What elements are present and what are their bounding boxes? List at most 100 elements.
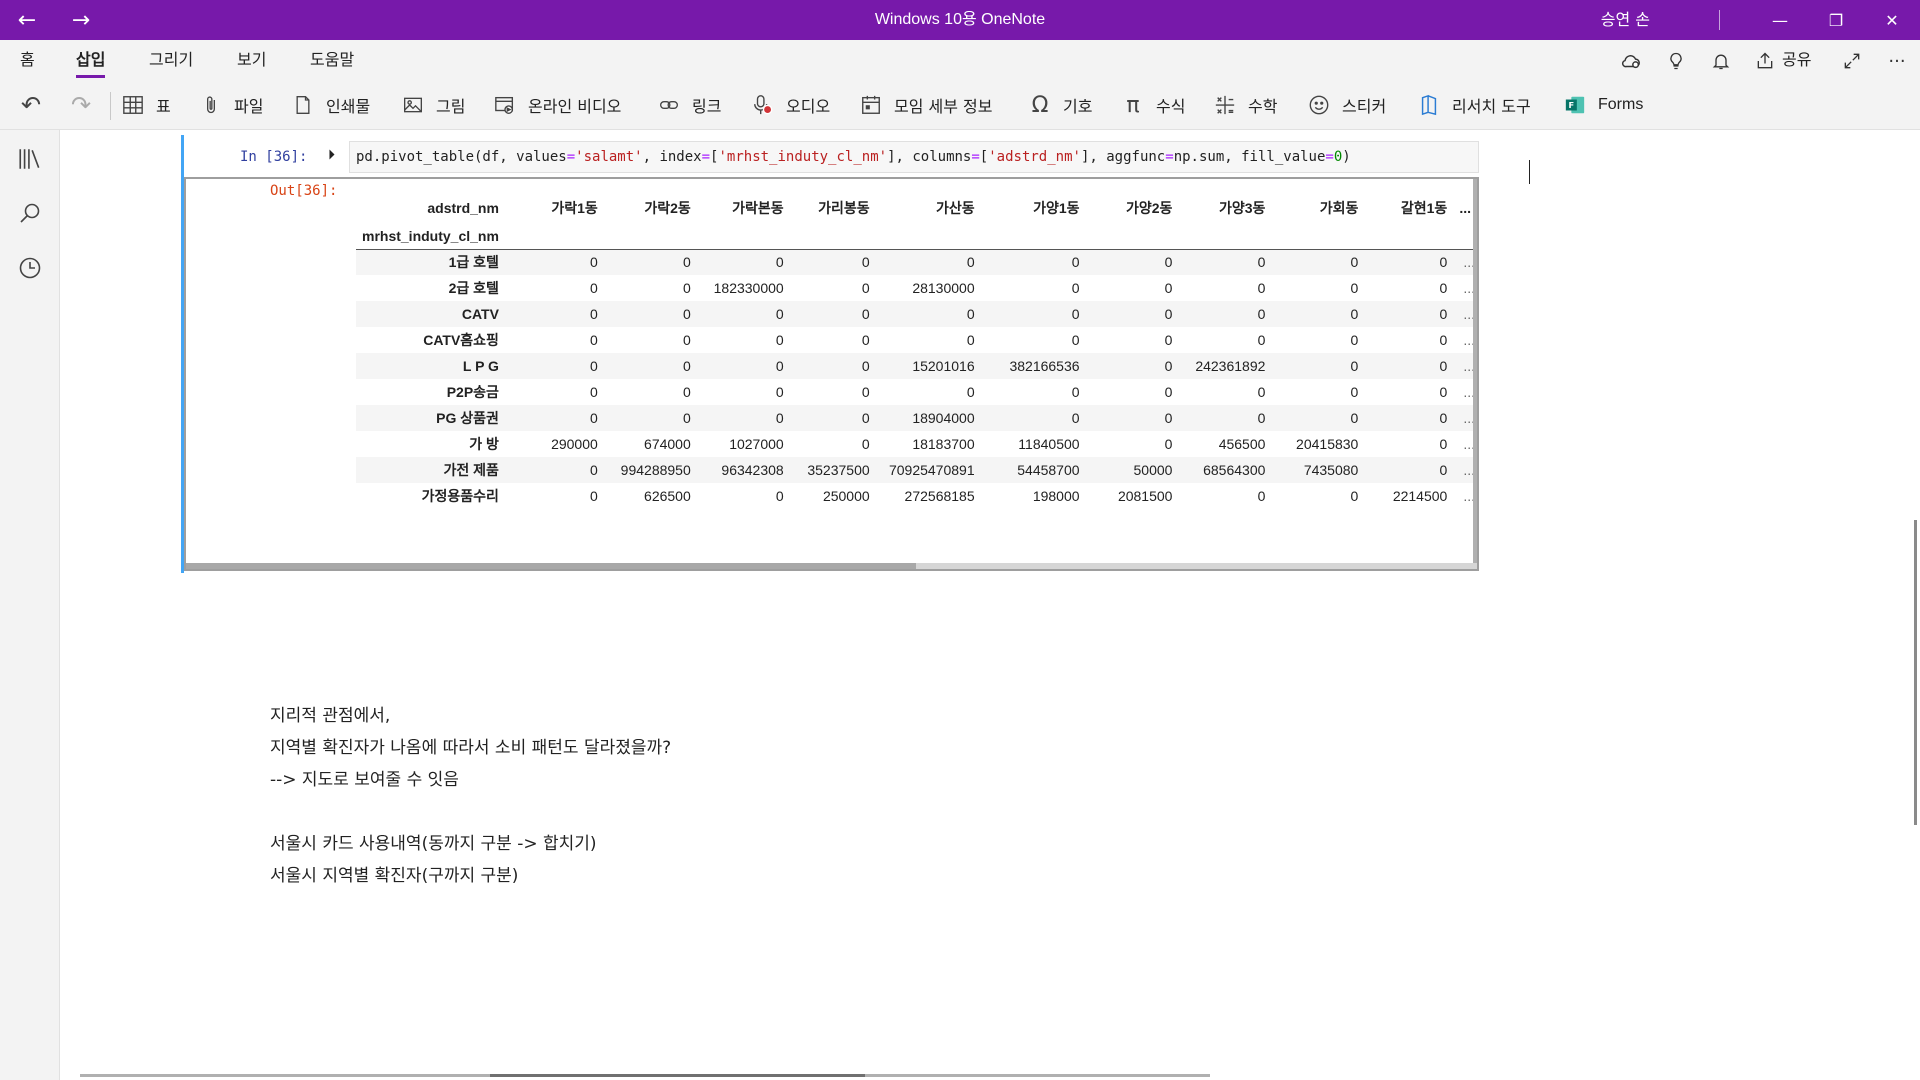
table-cell: 0 (1350, 410, 1359, 426)
note-line[interactable]: 서울시 카드 사용내역(동까지 구분 -> 합치기) (270, 828, 671, 860)
user-name[interactable]: 승연 손 (1601, 0, 1650, 40)
code-token: pd.pivot_table(df, values (356, 149, 567, 165)
tab-help[interactable]: 도움말 (310, 40, 354, 82)
tab-insert[interactable]: 삽입 (76, 40, 106, 82)
recent-notes-icon[interactable] (17, 255, 43, 281)
table-cell: 0 (1439, 280, 1448, 296)
table-cell: 0 (861, 384, 870, 400)
table-cell: 0 (775, 306, 784, 322)
table-cell: 0 (1257, 488, 1266, 504)
table-cell: 198000 (1032, 488, 1080, 504)
insert-math-button[interactable]: 수학 (1212, 82, 1277, 128)
insert-printout-button[interactable]: 인쇄물 (290, 82, 370, 128)
left-rail (0, 130, 60, 1080)
table-row: CATV홈쇼핑 0 0 0 0 0 0 0 0 0 0... (356, 327, 1477, 353)
table-row: P2P송금 0 0 0 0 0 0 0 0 0 0... (356, 379, 1477, 405)
table-icon (120, 92, 146, 118)
share-button[interactable]: 공유 (1782, 40, 1811, 82)
table-cell: 0 (1350, 332, 1359, 348)
insert-link-button[interactable]: 링크 (656, 82, 721, 128)
table-cell: 382166536 (1009, 358, 1080, 374)
column-header: 갈현1동 (1400, 200, 1448, 216)
minimize-button[interactable]: — (1752, 0, 1808, 40)
table-cell: 0 (1071, 306, 1080, 322)
table-cell: 0 (1257, 410, 1266, 426)
column-header: 가산동 (935, 200, 975, 216)
undo-button[interactable]: ↶ (18, 82, 54, 128)
sync-cloud-icon[interactable] (1618, 48, 1644, 74)
code-token: ], aggfunc (1080, 149, 1166, 165)
insert-table-button[interactable]: 표 (120, 82, 171, 128)
table-cell: 35237500 (807, 462, 870, 478)
table-cell: 0 (1350, 306, 1359, 322)
insert-audio-label: 오디오 (786, 97, 831, 116)
insert-file-button[interactable]: 파일 (198, 82, 263, 128)
insert-audio-button[interactable]: 오디오 (750, 82, 830, 128)
redo-button[interactable]: ↷ (68, 82, 104, 128)
note-line[interactable]: 지리적 관점에서, (270, 700, 671, 732)
note-line[interactable]: 서울시 지역별 확진자(구까지 구분) (270, 860, 671, 892)
page-vertical-scrollbar[interactable] (1914, 520, 1917, 825)
bell-icon[interactable] (1708, 48, 1734, 74)
table-cell: 0 (861, 280, 870, 296)
search-icon[interactable] (17, 200, 43, 226)
table-cell: 0 (861, 410, 870, 426)
table-cell: 0 (682, 384, 691, 400)
table-row: 가 방 290000 674000 1027000 0 18183700 11840500 0… (356, 431, 1477, 457)
insert-sticker-button[interactable]: 스티커 (1306, 82, 1386, 128)
row-index: L P G (462, 358, 499, 374)
table-cell: 0 (590, 358, 598, 374)
table-row: 1급 호텔 0 0 0 0 0 0 0 0 0 0... (356, 249, 1477, 275)
notebooks-icon[interactable] (17, 146, 43, 172)
undo-icon: ↶ (20, 91, 42, 119)
table-cell: 2214500 (1392, 488, 1448, 504)
code-token: = (701, 149, 711, 165)
tab-draw[interactable]: 그리기 (149, 40, 193, 82)
more-options-icon[interactable]: ··· (1884, 48, 1910, 74)
insert-equation-button[interactable]: π 수식 (1120, 82, 1185, 128)
tab-view[interactable]: 보기 (237, 40, 266, 82)
table-cell: 0 (1071, 410, 1080, 426)
table-cell: 0 (1439, 384, 1448, 400)
table-cell: 0 (775, 410, 784, 426)
note-line[interactable]: 지역별 확진자가 나옴에 따라서 소비 패턴도 달라졌을까? (270, 732, 671, 764)
share-icon[interactable] (1752, 48, 1778, 74)
insert-forms-button[interactable]: F Forms (1562, 82, 1643, 128)
code-input[interactable]: pd.pivot_table(df, values='salamt', inde… (349, 141, 1479, 173)
table-cell: 0 (682, 410, 691, 426)
ribbon-divider (110, 92, 111, 120)
insert-symbol-button[interactable]: Ω 기호 (1027, 82, 1093, 128)
picture-icon (400, 92, 426, 118)
page-horizontal-scroll-thumb[interactable] (490, 1074, 865, 1077)
insert-picture-button[interactable]: 그림 (400, 82, 465, 128)
run-cell-icon[interactable]: ⏵ (328, 147, 335, 163)
table-cell: 0 (590, 488, 598, 504)
insert-meeting-details-button[interactable]: 모임 세부 정보 (858, 82, 993, 128)
research-tool-button[interactable]: 리서치 도구 (1416, 82, 1531, 128)
notebook-cell[interactable]: In [36]: ⏵ pd.pivot_table(df, values='sa… (181, 135, 1479, 573)
note-text[interactable]: 지리적 관점에서, 지역별 확진자가 나옴에 따라서 소비 패턴도 달라졌을까?… (270, 700, 671, 892)
note-line[interactable]: --> 지도로 보여줄 수 잇음 (270, 764, 671, 796)
table-cell: 0 (1439, 306, 1448, 322)
input-prompt: In [36]: (240, 149, 308, 165)
restore-button[interactable]: ❐ (1808, 0, 1864, 40)
row-index: P2P송금 (446, 384, 499, 400)
output-vertical-scrollbar[interactable] (1473, 179, 1477, 565)
table-cell: 0 (590, 280, 598, 296)
insert-symbol-label: 기호 (1063, 97, 1093, 116)
table-cell: 272568185 (904, 488, 975, 504)
tab-home[interactable]: 홈 (20, 40, 35, 82)
omega-icon: Ω (1031, 92, 1049, 118)
table-cell: 0 (1257, 254, 1266, 271)
code-token: = (1165, 149, 1174, 165)
insert-online-video-button[interactable]: 온라인 비디오 (492, 82, 621, 128)
fullscreen-icon[interactable] (1839, 48, 1865, 74)
output-area[interactable]: adstrd_nm 가락1동 가락2동 가락본동 가리봉동 가산동 가양1동 가… (184, 177, 1479, 571)
close-button[interactable]: ✕ (1864, 0, 1920, 40)
output-scroll-thumb[interactable] (186, 563, 916, 569)
column-header: 가양3동 (1218, 200, 1266, 216)
insert-file-label: 파일 (234, 97, 264, 116)
lightbulb-icon[interactable] (1663, 48, 1689, 74)
table-cell: 0 (1164, 384, 1173, 400)
